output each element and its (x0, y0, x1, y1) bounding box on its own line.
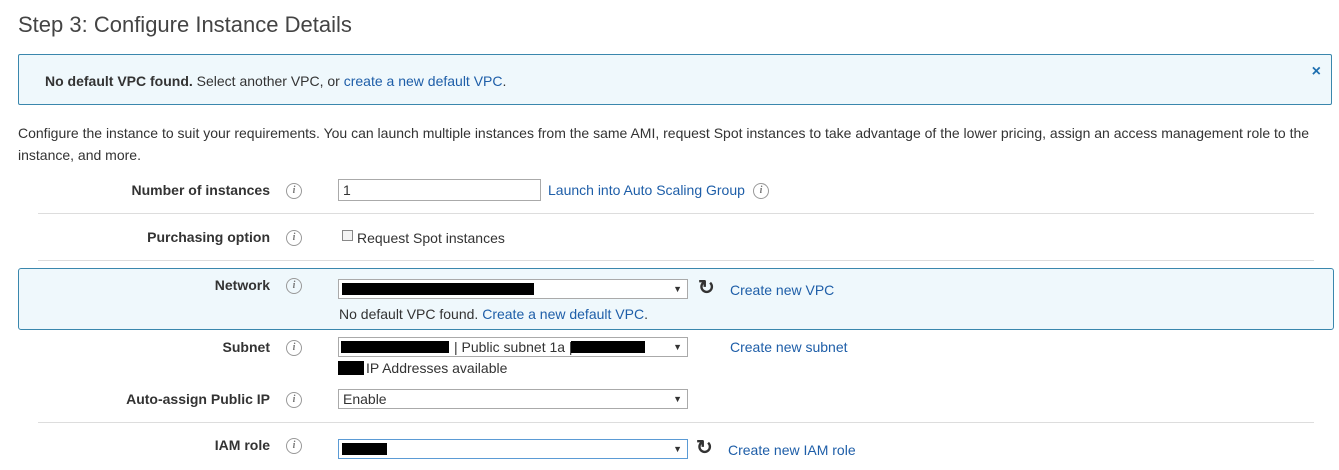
chevron-down-icon: ▼ (673, 444, 682, 454)
create-default-vpc-link[interactable]: Create a new default VPC (482, 306, 644, 322)
alert-tail: . (502, 73, 507, 89)
subnet-mid-text: | Public subnet 1a | (454, 339, 573, 355)
iam-role-label: IAM role (214, 437, 270, 453)
public-ip-select[interactable]: Enable ▼ (338, 389, 688, 409)
info-icon[interactable]: i (753, 183, 769, 199)
info-icon[interactable]: i (286, 392, 302, 408)
intro-text: Configure the instance to suit your requ… (18, 125, 1310, 163)
iam-role-select[interactable]: ▼ (338, 439, 688, 459)
create-new-subnet-link[interactable]: Create new subnet (730, 339, 848, 355)
instances-input[interactable] (338, 179, 541, 201)
network-message-text: No default VPC found. (339, 306, 479, 322)
chevron-down-icon: ▼ (673, 394, 682, 404)
divider (38, 213, 1314, 214)
refresh-icon[interactable]: ↻ (696, 438, 713, 458)
redacted-value (342, 283, 534, 295)
network-message-tail: . (644, 306, 648, 322)
instances-label: Number of instances (131, 182, 270, 198)
chevron-down-icon: ▼ (673, 342, 682, 352)
create-new-iam-role-link[interactable]: Create new IAM role (728, 442, 856, 458)
create-default-vpc-link[interactable]: create a new default VPC (344, 73, 503, 89)
page-title: Step 3: Configure Instance Details (18, 12, 352, 37)
info-icon[interactable]: i (286, 278, 302, 294)
alert-text: Select another VPC, or (192, 73, 344, 89)
info-icon[interactable]: i (286, 438, 302, 454)
ip-available-text: IP Addresses available (366, 360, 508, 376)
spot-instances-checkbox[interactable] (342, 230, 353, 241)
purchasing-label: Purchasing option (147, 229, 270, 245)
redacted-value (338, 361, 364, 375)
info-icon[interactable]: i (286, 340, 302, 356)
redacted-value (342, 443, 387, 455)
subnet-select[interactable]: | Public subnet 1a | ▼ (338, 337, 688, 357)
info-icon[interactable]: i (286, 230, 302, 246)
divider (38, 422, 1314, 423)
network-message: No default VPC found. Create a new defau… (339, 306, 648, 322)
network-select[interactable]: ▼ (338, 279, 688, 299)
alert-bold-text: No default VPC found. (45, 73, 193, 89)
redacted-value (341, 341, 449, 353)
divider (38, 260, 1314, 261)
chevron-down-icon: ▼ (673, 284, 682, 294)
spot-instances-label[interactable]: Request Spot instances (357, 230, 505, 246)
refresh-icon[interactable]: ↻ (698, 278, 715, 298)
info-icon[interactable]: i (286, 183, 302, 199)
public-ip-label: Auto-assign Public IP (126, 391, 270, 407)
close-icon[interactable]: × (1312, 63, 1321, 81)
public-ip-value: Enable (343, 391, 387, 407)
launch-auto-scaling-link[interactable]: Launch into Auto Scaling Group (548, 182, 745, 198)
create-new-vpc-link[interactable]: Create new VPC (730, 282, 834, 298)
network-label: Network (214, 277, 270, 293)
redacted-value (571, 341, 645, 353)
no-vpc-alert: No default VPC found. Select another VPC… (18, 54, 1332, 105)
subnet-label: Subnet (222, 339, 270, 355)
alert-message: No default VPC found. Select another VPC… (45, 73, 506, 89)
